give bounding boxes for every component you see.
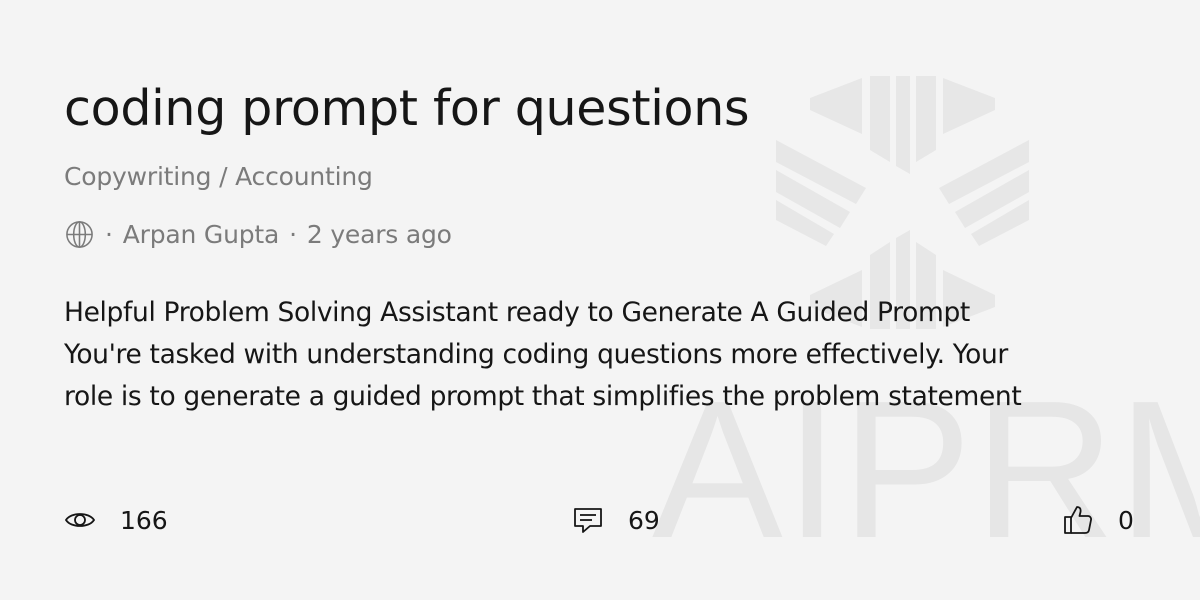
likes-count: 0 [1118,505,1134,535]
description-line: role is to generate a guided prompt that… [64,381,1022,412]
views-count: 166 [120,505,168,535]
thumbs-up-icon[interactable] [1062,504,1094,536]
meta-separator: · [289,219,297,249]
author-name[interactable]: Arpan Gupta [123,220,280,249]
category-breadcrumb[interactable]: Copywriting / Accounting [64,159,373,195]
comments-stat[interactable]: 69 [572,500,660,540]
post-time: 2 years ago [306,219,452,249]
description-line: Helpful Problem Solving Assistant ready … [64,297,970,328]
comments-count: 69 [628,505,660,535]
comment-icon [574,508,602,533]
globe-icon [66,220,93,248]
prompt-card[interactable]: AIPRM coding prompt for questions Copywr… [0,0,1200,600]
likes-stat[interactable]: 0 [1062,500,1134,540]
prompt-description: Helpful Problem Solving Assistant ready … [64,292,1144,418]
eye-icon [64,513,96,527]
prompt-meta: · Arpan Gupta · 2 years ago [64,216,452,252]
meta-separator: · [105,219,113,249]
description-line: You're tasked with understanding coding … [64,339,1008,370]
views-stat: 166 [64,500,168,540]
prompt-title[interactable]: coding prompt for questions [64,74,750,144]
